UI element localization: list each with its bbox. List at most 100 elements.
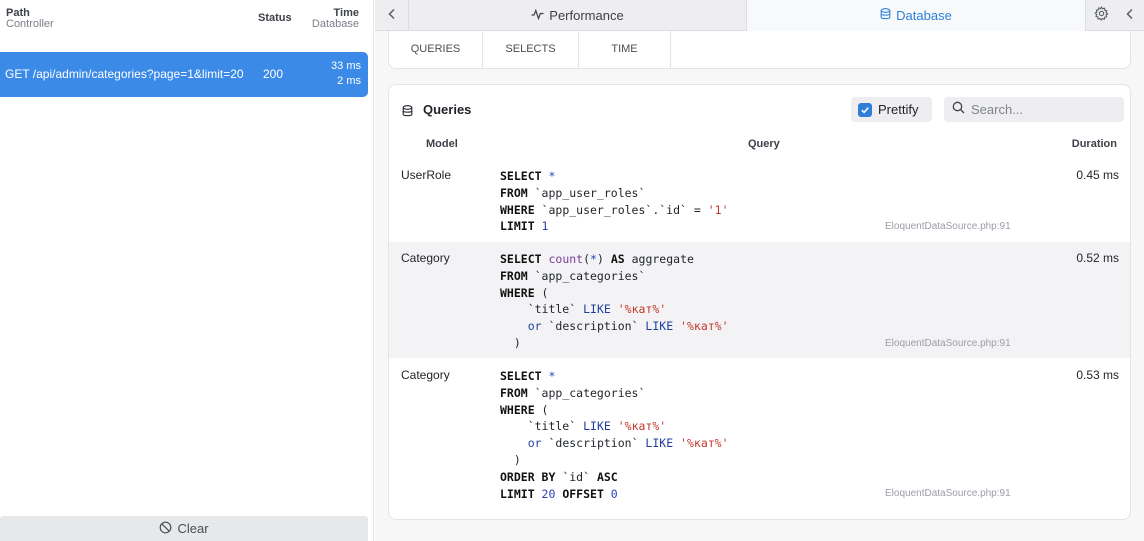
request-times: 33 ms 2 ms — [331, 59, 361, 89]
sql-line: or `description` LIKE '%кат%' — [500, 435, 729, 452]
search-input[interactable] — [971, 102, 1111, 117]
column-header-path[interactable]: Path Controller — [6, 8, 54, 30]
stat-time: TIME — [579, 31, 671, 68]
sql-token: LIKE — [583, 302, 618, 317]
chevron-left-icon — [1125, 7, 1135, 25]
sql-line: WHERE `app_user_roles`.`id` = '1' — [500, 202, 729, 219]
sql-line: LIMIT 1 — [500, 218, 729, 235]
search-box[interactable] — [944, 97, 1124, 122]
sql-token: ( — [541, 285, 549, 300]
query-duration: 0.52 ms — [1076, 251, 1119, 265]
sql-line: ORDER BY `id` ASC — [500, 469, 729, 486]
query-model: Category — [401, 368, 450, 382]
column-header-status[interactable]: Status — [258, 13, 292, 24]
gear-icon — [1093, 5, 1109, 26]
sql-token: WHERE — [500, 285, 542, 300]
settings-button[interactable] — [1085, 0, 1116, 31]
database-icon — [402, 104, 413, 122]
query-row[interactable]: UserRole SELECT * FROM `app_user_roles` WHE… — [389, 159, 1130, 241]
sql-token: LIKE — [645, 436, 681, 451]
sql-token: LIMIT — [500, 219, 542, 234]
sql-line: WHERE ( — [500, 402, 729, 419]
sql-token: `description` — [548, 436, 646, 451]
sql-token: * — [590, 252, 597, 266]
collapse-button[interactable] — [1116, 0, 1144, 31]
query-source-link[interactable]: EloquentDataSource.php:91 — [885, 488, 1011, 499]
sql-token: FROM — [500, 185, 535, 200]
sql-token: ( — [583, 252, 591, 266]
clear-button[interactable]: Clear — [0, 516, 368, 541]
sql-token: `title` — [500, 302, 584, 317]
chevron-left-icon — [387, 7, 397, 25]
sql-token: `app_categories` — [534, 385, 646, 400]
sql-token: `id` — [562, 469, 597, 484]
query-model: UserRole — [401, 168, 452, 182]
column-header-query: Query — [748, 138, 780, 150]
sql-token: aggregate — [631, 252, 694, 266]
sql-token: WHERE — [500, 202, 542, 217]
query-source-link[interactable]: EloquentDataSource.php:91 — [885, 221, 1011, 232]
query-sql: SELECT count(*) AS aggregate FROM `app_ca… — [500, 251, 729, 352]
tab-performance[interactable]: Performance — [409, 0, 747, 31]
sql-token: '%кат%' — [680, 319, 729, 334]
sql-token: SELECT — [500, 169, 549, 183]
sql-token: SELECT — [500, 252, 549, 266]
tab-performance-label: Performance — [549, 8, 624, 23]
query-sql: SELECT * FROM `app_user_roles` WHERE `app_… — [500, 168, 729, 235]
sql-line: ) — [500, 335, 729, 352]
query-model: Category — [401, 251, 450, 265]
prettify-toggle[interactable]: Prettify — [851, 97, 932, 122]
sql-line: ) — [500, 452, 729, 469]
sql-token: FROM — [500, 385, 535, 400]
request-status: 200 — [263, 67, 284, 81]
stat-queries-label: QUERIES — [410, 43, 461, 55]
query-row[interactable]: Category SELECT count(*) AS aggregate FROM… — [389, 242, 1130, 358]
sql-token: WHERE — [500, 402, 542, 417]
sql-token: ) — [596, 252, 611, 266]
detail-panel: Performance Database QUERIES SELECTS TIM… — [375, 0, 1144, 541]
sql-line: FROM `app_categories` — [500, 268, 729, 285]
column-header-time[interactable]: Time Database — [312, 8, 359, 30]
sql-token: `description` — [548, 319, 646, 334]
header-controller-label: Controller — [6, 18, 54, 30]
sql-token: 1 — [541, 219, 549, 234]
column-header-duration: Duration — [1071, 138, 1117, 150]
query-row[interactable]: Category SELECT * FROM `app_categories` WHE… — [389, 359, 1130, 507]
sql-token: `title` — [500, 419, 584, 434]
sql-token: `app_user_roles`.`id` = — [541, 202, 708, 217]
sql-token: 0 — [610, 486, 618, 501]
sql-token: or — [527, 319, 549, 334]
sql-line: WHERE ( — [500, 285, 729, 302]
sql-token: ORDER BY — [500, 469, 563, 484]
sql-token: `app_user_roles` — [534, 185, 646, 200]
sql-token: `app_categories` — [534, 268, 646, 283]
request-db-time: 2 ms — [337, 75, 361, 87]
checkbox-checked-icon[interactable] — [858, 102, 872, 117]
stat-selects-label: SELECTS — [505, 43, 556, 55]
tab-database[interactable]: Database — [747, 0, 1085, 31]
queries-card: Queries Prettify Model Query Duration Us… — [388, 84, 1131, 520]
query-sql: SELECT * FROM `app_categories` WHERE ( `ti… — [500, 368, 729, 502]
sql-token: * — [548, 169, 556, 183]
query-source-link[interactable]: EloquentDataSource.php:91 — [885, 338, 1011, 349]
prettify-label: Prettify — [878, 102, 919, 117]
sql-token: ) — [500, 452, 521, 467]
sql-line: or `description` LIKE '%кат%' — [500, 318, 729, 335]
sql-token: '%кат%' — [617, 302, 667, 317]
sql-token: ASC — [596, 469, 618, 484]
stat-time-label: TIME — [611, 43, 638, 55]
sql-token: 20 — [541, 486, 563, 501]
request-row[interactable]: GET /api/admin/categories?page=1&limit=2… — [0, 52, 368, 97]
activity-icon — [531, 8, 544, 23]
header-database-label: Database — [311, 18, 359, 30]
back-button[interactable] — [375, 0, 409, 31]
tab-bar: Performance Database — [375, 0, 1144, 31]
sql-token: LIMIT — [500, 486, 542, 501]
sql-token: '%кат%' — [680, 436, 729, 451]
header-status-label: Status — [258, 12, 292, 24]
sql-line: FROM `app_categories` — [500, 385, 729, 402]
sql-token: '1' — [707, 202, 729, 217]
sql-token: '%кат%' — [617, 419, 667, 434]
